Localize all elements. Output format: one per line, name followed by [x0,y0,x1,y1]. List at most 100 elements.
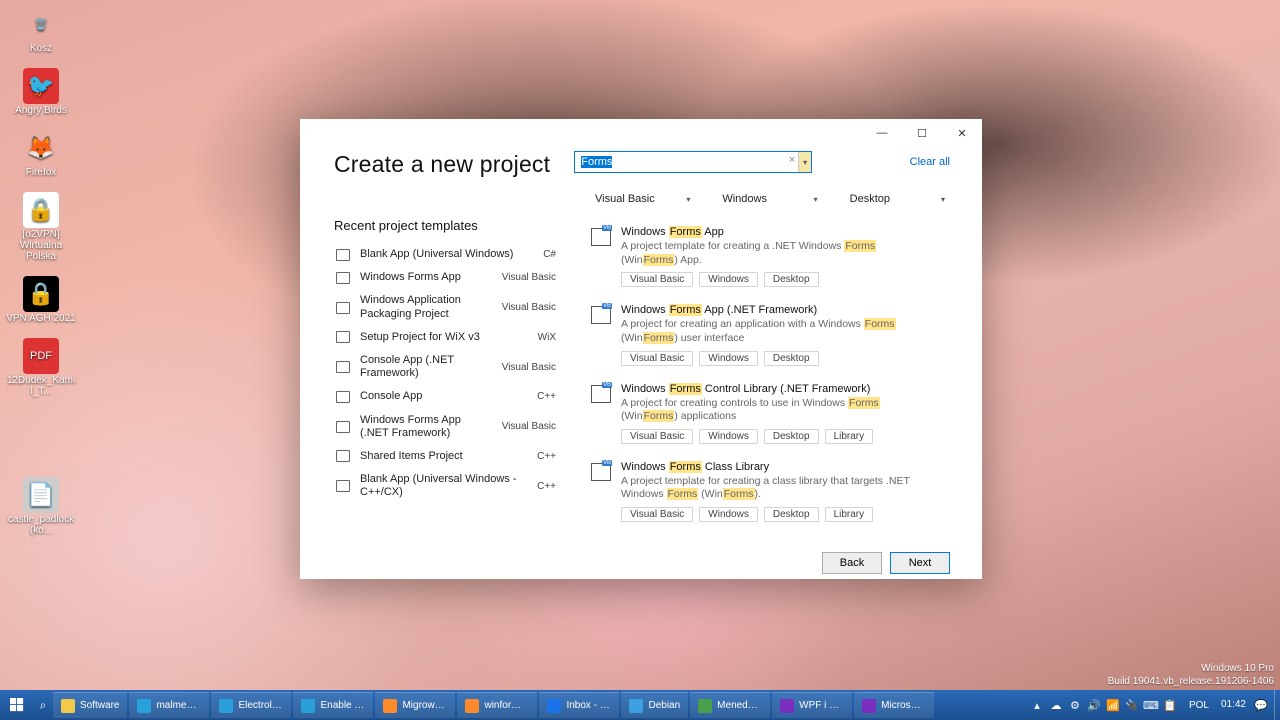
show-desktop-button[interactable] [1274,690,1280,720]
template-tag[interactable]: Windows [699,351,758,366]
desktop-icon[interactable]: 🔒VPN AGH 2021 [4,276,78,324]
app-icon [219,699,233,713]
tray-icon[interactable]: 🔌 [1123,690,1141,720]
template-tag[interactable]: Desktop [764,507,819,522]
app-icon [698,699,712,713]
scroll-down-icon[interactable]: ▾ [936,516,950,530]
taskbar-app[interactable]: WPF i Windows ... [772,692,852,718]
filters: Visual Basic▾ Windows▾ Desktop▾ [592,190,950,208]
desktop-icon[interactable]: 🦊Firefox [4,130,78,178]
template-search[interactable]: × ▾ [574,151,812,173]
search-input[interactable] [575,152,798,172]
tray-icon[interactable]: 🔊 [1085,690,1103,720]
template-tag[interactable]: Visual Basic [621,351,693,366]
taskbar-app[interactable]: Migrowanie apli... [375,692,455,718]
app-label: WPF i Windows ... [799,700,844,711]
template-tags: Visual Basic Windows Desktop Library [621,507,927,522]
desktop-icon[interactable]: 📄castle_padlock (ko... [4,477,78,536]
template-description: A project template for creating a class … [621,475,927,502]
minimize-button[interactable]: — [862,119,902,147]
template-label: Console App [360,390,527,403]
clear-all-link[interactable]: Clear all [910,156,950,168]
maximize-button[interactable]: ☐ [902,119,942,147]
platform-filter[interactable]: Windows▾ [719,190,822,208]
recent-template-item[interactable]: Blank App (Universal Windows - C++/CX)C+… [334,468,558,504]
start-button[interactable] [0,690,34,720]
app-label: Debian [648,700,680,711]
recent-template-item[interactable]: Console AppC++ [334,385,558,408]
app-label: Software [80,700,119,711]
tray-icon[interactable]: 📶 [1104,690,1122,720]
desktop-icon[interactable]: 🐦Angry Birds [4,68,78,116]
template-tag[interactable]: Library [825,429,874,444]
template-item[interactable]: Windows Forms Class Library A project te… [580,453,936,530]
template-item[interactable]: Windows Forms App (.NET Framework) A pro… [580,296,936,374]
scroll-thumb[interactable] [938,232,948,372]
recent-template-item[interactable]: Setup Project for WiX v3WiX [334,326,558,349]
tray-icon[interactable]: ⚙ [1066,690,1084,720]
template-tag[interactable]: Windows [699,272,758,287]
taskbar-app[interactable]: Enable virtualiza... [293,692,373,718]
tray-icon[interactable]: ⌨ [1142,690,1160,720]
tray-icon[interactable]: 📋 [1161,690,1179,720]
taskbar-app[interactable]: Software [53,692,127,718]
template-tag[interactable]: Visual Basic [621,272,693,287]
template-tag[interactable]: Visual Basic [621,429,693,444]
taskbar-app[interactable]: Electrolux EW6T... [211,692,291,718]
back-button[interactable]: Back [822,552,882,574]
template-tag[interactable]: Desktop [764,272,819,287]
close-button[interactable]: ✕ [942,119,982,147]
scroll-up-icon[interactable]: ▴ [936,218,950,232]
chevron-down-icon: ▾ [686,195,690,204]
desktop-icon[interactable]: PDF12Dudek_Kamil_T... [4,338,78,397]
recent-template-item[interactable]: Shared Items ProjectC++ [334,445,558,468]
template-icon [589,383,611,403]
taskbar-app[interactable]: Microsoft Visual... [854,692,934,718]
tray-icon[interactable]: ▴ [1028,690,1046,720]
template-label: Windows Forms App [360,271,492,284]
recent-template-item[interactable]: Console App (.NET Framework)Visual Basic [334,349,558,385]
template-item[interactable]: Windows Forms App A project template for… [580,218,936,296]
search-dropdown-icon[interactable]: ▾ [798,152,811,172]
template-tag[interactable]: Windows [699,429,758,444]
template-icon [336,450,350,462]
next-button[interactable]: Next [890,552,950,574]
taskbar-app[interactable]: Debian [621,692,688,718]
scrollbar[interactable]: ▴ ▾ [936,218,950,530]
clear-search-icon[interactable]: × [789,154,795,166]
taskbar-clock[interactable]: 01:42 [1215,690,1252,720]
recent-template-item[interactable]: Blank App (Universal Windows)C# [334,243,558,266]
template-name: Windows Forms App (.NET Framework) [621,304,927,316]
template-tag[interactable]: Library [825,507,874,522]
taskbar-app[interactable]: malmesburyma... [129,692,209,718]
app-label: Migrowanie apli... [402,700,447,711]
language-indicator[interactable]: POL [1183,690,1215,720]
template-label: Windows Forms App (.NET Framework) [360,414,492,440]
desktop-icon[interactable]: 🔒[o2VPN] Wirtualna Polska [4,192,78,262]
taskbar-app[interactable]: Inbox - kamiljd... [539,692,619,718]
app-icon [465,699,479,713]
taskbar-app[interactable]: winforms/road... [457,692,537,718]
icon-label: [o2VPN] Wirtualna Polska [4,229,78,262]
recent-template-item[interactable]: Windows Application Packaging ProjectVis… [334,289,558,325]
template-icon [336,361,350,373]
project-type-filter[interactable]: Desktop▾ [847,190,950,208]
template-tag[interactable]: Desktop [764,351,819,366]
language-filter[interactable]: Visual Basic▾ [592,190,695,208]
template-tag[interactable]: Desktop [764,429,819,444]
template-item[interactable]: Windows Forms Control Library (.NET Fram… [580,375,936,453]
template-tag[interactable]: Windows [699,507,758,522]
template-description: A project for creating controls to use i… [621,397,927,424]
template-tag[interactable]: Visual Basic [621,507,693,522]
notifications-icon[interactable]: 💬 [1252,690,1270,720]
desktop-icon[interactable]: 🗑️Kosz [4,6,78,54]
tray-icon[interactable]: ☁ [1047,690,1065,720]
template-label: Console App (.NET Framework) [360,354,492,380]
template-label: Setup Project for WiX v3 [360,331,528,344]
recent-template-item[interactable]: Windows Forms App (.NET Framework)Visual… [334,409,558,445]
recent-template-item[interactable]: Windows Forms AppVisual Basic [334,266,558,289]
taskbar-search-icon[interactable]: ⌕ [34,690,52,720]
app-icon [862,699,876,713]
chevron-down-icon: ▾ [814,195,818,204]
taskbar-app[interactable]: Menedżer zadań [690,692,770,718]
